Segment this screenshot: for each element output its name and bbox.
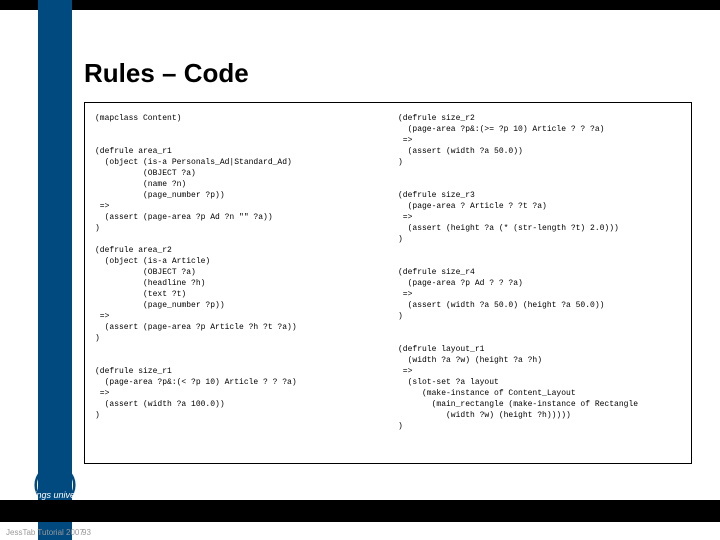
slide-number: 93 (82, 528, 91, 537)
vertical-accent-strip (38, 0, 72, 540)
slide-page: Rules – Code (mapclass Content) (defrule… (0, 0, 720, 540)
code-box: (mapclass Content) (defrule area_r1 (obj… (84, 102, 692, 464)
footer-bar: Linköpings universitet (0, 500, 720, 522)
code-left: (mapclass Content) (defrule area_r1 (obj… (95, 113, 380, 421)
code-right: (defrule size_r2 (page-area ?p&:(>= ?p 1… (398, 113, 683, 432)
code-column-right: (defrule size_r2 (page-area ?p&:(>= ?p 1… (388, 103, 691, 463)
university-name: Linköpings universitet (8, 490, 95, 500)
code-column-left: (mapclass Content) (defrule area_r1 (obj… (85, 103, 388, 463)
top-bar (0, 0, 720, 10)
slide-credit: JessTab Tutorial 2007 (6, 528, 84, 537)
slide-title: Rules – Code (84, 58, 249, 89)
